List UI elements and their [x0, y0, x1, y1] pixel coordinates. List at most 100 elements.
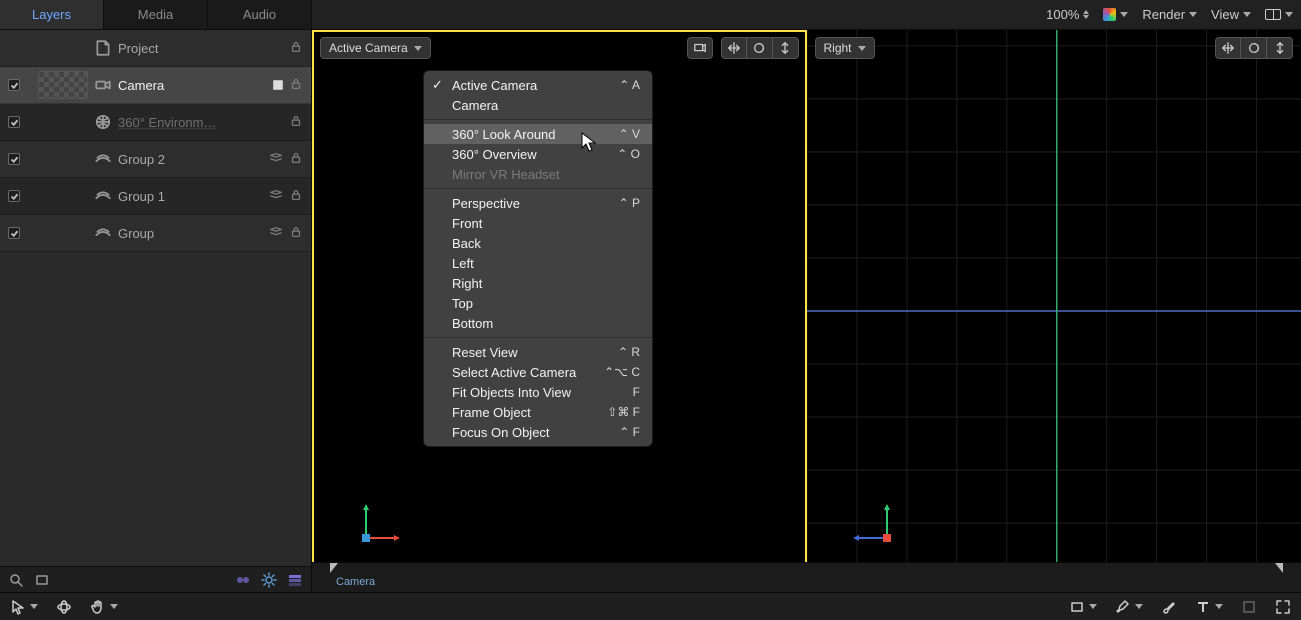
camera-menu-item[interactable]: ✓Active Camera⌃ A [424, 75, 652, 95]
layer-visibility-checkbox[interactable] [8, 190, 20, 202]
brush-tool[interactable] [1161, 599, 1177, 615]
layer-row-360env[interactable]: 360° Environm… [0, 104, 311, 141]
camera-select-dropdown[interactable]: Right [815, 37, 875, 59]
stack-filter-icon[interactable] [287, 572, 303, 588]
camera-menu-item: Mirror VR Headset [424, 164, 652, 184]
viewport-right[interactable]: Right [807, 30, 1301, 592]
layer-row-project[interactable]: Project [0, 30, 311, 67]
tab-layers[interactable]: Layers [0, 0, 104, 29]
render-menu[interactable]: Render [1142, 7, 1197, 22]
mask-icon[interactable] [235, 572, 251, 588]
camera-menu-item[interactable]: Perspective⌃ P [424, 193, 652, 213]
top-right-controls: 100% Render View [312, 0, 1301, 29]
camera-menu-item[interactable]: Front [424, 213, 652, 233]
search-icon[interactable] [8, 572, 24, 588]
pen-tool-menu[interactable] [1115, 599, 1143, 615]
top-bar: Layers Media Audio 100% Render [0, 0, 1301, 30]
fullscreen-button[interactable] [1275, 599, 1291, 615]
playhead-start-icon[interactable] [330, 563, 338, 573]
camera-menu-item[interactable]: Select Active Camera⌃⌥ C [424, 362, 652, 382]
select-tool-menu[interactable] [10, 599, 38, 615]
dolly-button[interactable] [1267, 37, 1293, 59]
layer-row-group[interactable]: Group [0, 215, 311, 252]
lock-icon[interactable] [289, 188, 303, 205]
layers-panel: Project Camera [0, 30, 312, 592]
camera-menu-item[interactable]: Left [424, 253, 652, 273]
text-tool-menu[interactable] [1195, 599, 1223, 615]
lock-icon[interactable] [289, 77, 303, 94]
menu-item-label: Select Active Camera [452, 365, 576, 380]
camera-icon [94, 76, 112, 94]
lock-icon[interactable] [289, 151, 303, 168]
menu-item-shortcut: ⌃ A [619, 78, 640, 92]
frame-icon[interactable] [34, 572, 50, 588]
stepper-icon [1083, 10, 1089, 19]
timeline-strip[interactable]: Camera [312, 562, 1301, 592]
layer-row-group2[interactable]: Group 2 [0, 141, 311, 178]
lock-icon[interactable] [289, 225, 303, 242]
timeline-clip-label: Camera [336, 576, 375, 588]
layer-label: Group 1 [118, 189, 263, 204]
menu-item-shortcut: ⌃ F [619, 425, 640, 439]
layout-menu[interactable] [1265, 9, 1293, 20]
tab-label: Media [138, 7, 173, 22]
camera-menu-item[interactable]: Right [424, 273, 652, 293]
menu-item-label: Camera [452, 98, 498, 113]
camera-menu-item[interactable]: Focus On Object⌃ F [424, 422, 652, 442]
menu-item-label: 360° Overview [452, 147, 537, 162]
camera-menu-item[interactable]: Back [424, 233, 652, 253]
stack-icon[interactable] [269, 151, 283, 168]
3d-transform-tool[interactable] [56, 599, 72, 615]
camera-menu-item[interactable]: Top [424, 293, 652, 313]
scene-toggle-icon[interactable] [273, 80, 283, 90]
camera-menu-item[interactable]: 360° Overview⌃ O [424, 144, 652, 164]
pan-button[interactable] [1215, 37, 1241, 59]
camera-menu-item[interactable]: Bottom [424, 313, 652, 333]
chevron-down-icon [1089, 604, 1097, 609]
layer-row-camera[interactable]: Camera [0, 67, 311, 104]
layer-row-group1[interactable]: Group 1 [0, 178, 311, 215]
layer-label: 360° Environm… [118, 115, 283, 130]
group-icon [94, 150, 112, 168]
camera-select-dropdown[interactable]: Active Camera [320, 37, 431, 59]
menu-item-shortcut: ⇧⌘ F [607, 405, 640, 419]
hand-tool-menu[interactable] [90, 599, 118, 615]
dolly-button[interactable] [773, 37, 799, 59]
zoom-level-label: 100% [1046, 7, 1079, 22]
camera-menu-item[interactable]: Fit Objects Into ViewF [424, 382, 652, 402]
camera-menu-item[interactable]: Reset View⌃ R [424, 342, 652, 362]
color-channel-menu[interactable] [1103, 8, 1128, 21]
camera-menu-item[interactable]: Camera [424, 95, 652, 115]
playhead-end-icon[interactable] [1275, 563, 1283, 573]
settings-gear-icon[interactable] [261, 572, 277, 588]
viewport-grid [807, 30, 1301, 592]
orbit-button[interactable] [1241, 37, 1267, 59]
tab-audio[interactable]: Audio [208, 0, 312, 29]
stack-icon[interactable] [269, 225, 283, 242]
orbit-button[interactable] [747, 37, 773, 59]
zoom-level-control[interactable]: 100% [1046, 7, 1089, 22]
tab-media[interactable]: Media [104, 0, 208, 29]
layer-thumbnail [38, 71, 88, 99]
layer-visibility-checkbox[interactable] [8, 153, 20, 165]
camera-menu-item[interactable]: Frame Object⇧⌘ F [424, 402, 652, 422]
pan-button[interactable] [721, 37, 747, 59]
menu-item-label: Active Camera [452, 78, 537, 93]
layer-visibility-checkbox[interactable] [8, 116, 20, 128]
view-menu[interactable]: View [1211, 7, 1251, 22]
layer-visibility-checkbox[interactable] [8, 227, 20, 239]
stack-icon[interactable] [269, 188, 283, 205]
menu-item-label: Mirror VR Headset [452, 167, 560, 182]
menu-item-label: Back [452, 236, 481, 251]
menu-separator [424, 188, 652, 189]
menu-item-label: Top [452, 296, 473, 311]
lock-icon[interactable] [289, 114, 303, 131]
lock-icon[interactable] [289, 40, 303, 57]
shape-tool-menu[interactable] [1069, 599, 1097, 615]
layer-visibility-checkbox[interactable] [8, 79, 20, 91]
menu-item-label: Reset View [452, 345, 518, 360]
viewport-left[interactable]: Active Camera [312, 30, 807, 592]
fit-button[interactable] [687, 37, 713, 59]
menu-item-label: Left [452, 256, 474, 271]
camera-menu-item[interactable]: 360° Look Around⌃ V [424, 124, 652, 144]
